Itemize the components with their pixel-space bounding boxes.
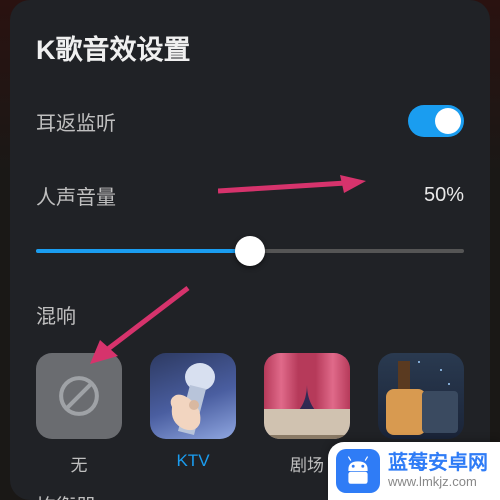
slider-thumb[interactable] [235,236,265,266]
vocal-volume-label: 人声音量 [36,181,116,210]
watermark-title: 蓝莓安卓网 [388,452,488,475]
site-watermark: 蓝莓安卓网 www.lmkjz.com [328,442,500,500]
panel-title: K歌音效设置 [36,28,464,67]
reverb-preset-none[interactable]: 无 [36,353,122,476]
microphone-icon [150,353,236,439]
preset-label: KTV [176,451,209,471]
toggle-knob [435,108,461,134]
preset-label: 剧场 [290,451,324,476]
reverb-preset-ktv[interactable]: KTV [150,353,236,476]
reverb-label: 混响 [36,300,464,329]
preset-label: 无 [71,451,88,476]
watermark-subtitle: www.lmkjz.com [388,475,488,490]
vocal-volume-value: 50% [424,184,464,207]
curtain-icon [264,353,350,439]
monitor-toggle[interactable] [408,105,464,137]
vocal-volume-slider[interactable] [36,236,464,266]
monitor-label: 耳返监听 [36,107,116,136]
prohibit-icon [36,353,122,439]
android-icon [336,449,380,493]
vocal-volume-block: 人声音量 50% [36,181,464,266]
karaoke-effects-panel: K歌音效设置 耳返监听 人声音量 50% 混响 无 [10,0,490,500]
slider-fill [36,249,250,253]
guitar-icon [378,353,464,439]
monitor-row: 耳返监听 [36,105,464,137]
